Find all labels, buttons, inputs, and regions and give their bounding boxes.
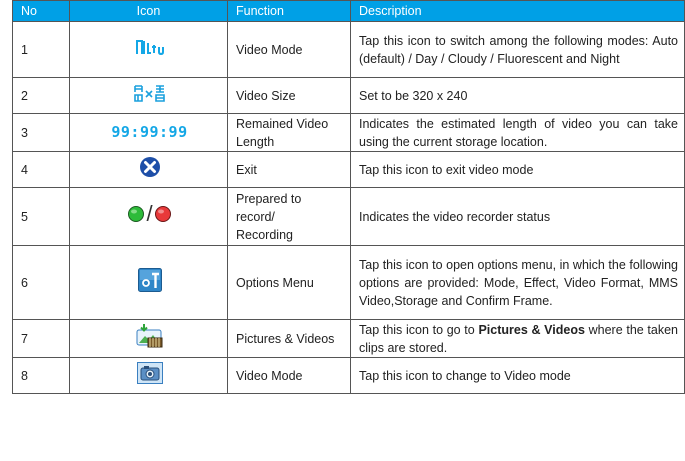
- row-function: Pictures & Videos: [227, 319, 351, 358]
- recorder-status-icon: /: [127, 201, 171, 226]
- table-row: 3 99:99:99 Remained Video Length Indicat…: [12, 113, 685, 152]
- camera-switch-icon: [136, 362, 163, 384]
- row-number: 8: [12, 357, 70, 394]
- row-description: Set to be 320 x 240: [350, 77, 685, 114]
- row-number: 5: [12, 187, 70, 246]
- pictures-videos-bold: Pictures & Videos: [478, 322, 585, 337]
- function-line-2: record/: [236, 209, 275, 224]
- table-row: 7 Pictures & Videos Tap this icon to go …: [12, 319, 685, 358]
- row-description: Tap this icon to open options menu, in w…: [350, 245, 685, 320]
- row-function: Prepared to record/ Recording: [227, 187, 351, 246]
- row-description: Tap this icon to change to Video mode: [350, 357, 685, 394]
- table-row: 6 Options Menu Tap this icon to open opt…: [12, 245, 685, 320]
- row-description: Indicates the estimated length of video …: [350, 113, 685, 152]
- header-no: No: [12, 0, 70, 22]
- remaining-length-digits-icon: 99:99:99: [111, 123, 188, 141]
- row-function: Video Size: [227, 77, 351, 114]
- table-row: 4 Exit Tap this icon to exit video mode: [12, 151, 685, 188]
- row-function: Video Mode: [227, 21, 351, 78]
- options-menu-icon: [137, 268, 162, 292]
- row-description: Tap this icon to switch among the follow…: [350, 21, 685, 78]
- row-description: Indicates the video recorder status: [350, 187, 685, 246]
- header-function: Function: [227, 0, 351, 22]
- table-row: 5 / Prepared to record/ Recording Indica…: [12, 187, 685, 246]
- table-row: 1 Video Mode Tap this icon to switch amo…: [12, 21, 685, 78]
- table-row: 2 Video Size Set to be 320 x 240: [12, 77, 685, 114]
- row-number: 4: [12, 151, 70, 188]
- row-number: 7: [12, 319, 70, 358]
- row-number: 1: [12, 21, 70, 78]
- exit-icon: [139, 156, 161, 178]
- header-description: Description: [350, 0, 685, 22]
- header-row: No Icon Function Description: [12, 0, 685, 22]
- status-separator: /: [146, 201, 153, 226]
- row-number: 2: [12, 77, 70, 114]
- row-description: Tap this icon to go to Pictures & Videos…: [350, 319, 685, 358]
- row-function: Options Menu: [227, 245, 351, 320]
- video-mode-light-icon: [135, 38, 165, 56]
- icon-reference-table: No Icon Function Description 1 Video Mod…: [12, 0, 685, 394]
- recording-red-dot-icon: [154, 206, 171, 222]
- row-function: Remained Video Length: [227, 113, 351, 152]
- function-line-1: Prepared to: [236, 191, 302, 206]
- row-number: 6: [12, 245, 70, 320]
- row-function: Video Mode: [227, 357, 351, 394]
- row-description: Tap this icon to exit video mode: [350, 151, 685, 188]
- row-function: Exit: [227, 151, 351, 188]
- video-size-icon: [133, 83, 167, 103]
- prepared-green-dot-icon: [128, 206, 145, 222]
- header-icon: Icon: [69, 0, 228, 22]
- row-number: 3: [12, 113, 70, 152]
- pictures-videos-icon: [136, 324, 164, 348]
- table-row: 8 Video Mode Tap this icon to change to …: [12, 357, 685, 394]
- function-line-3: Recording: [236, 227, 293, 242]
